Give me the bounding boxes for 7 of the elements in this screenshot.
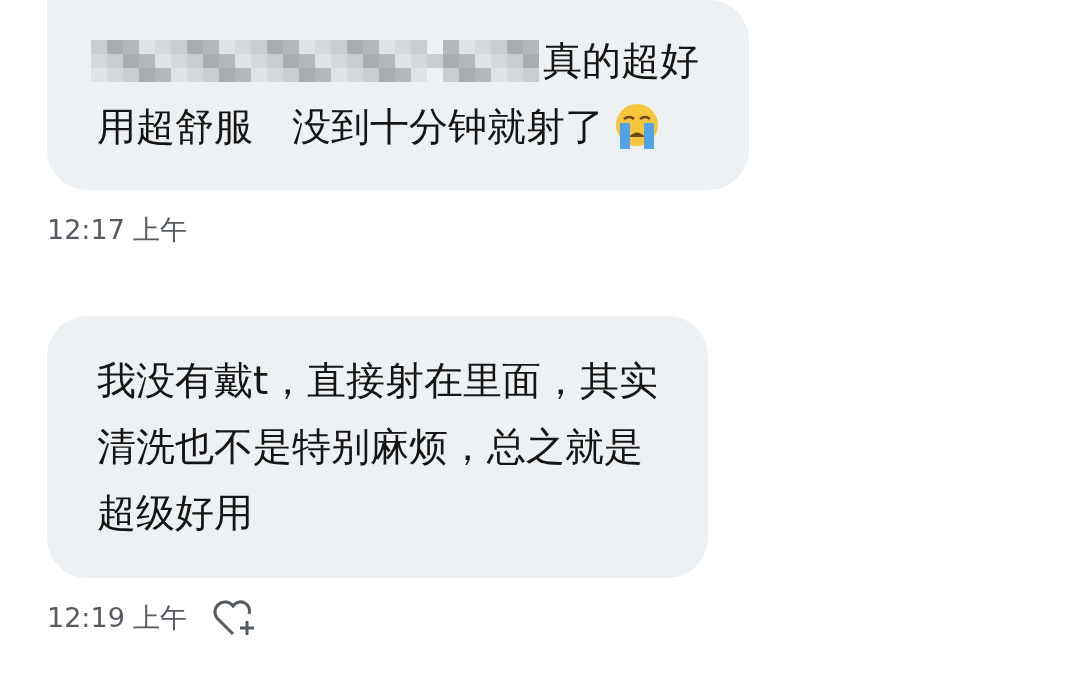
message-text: 我没有戴t，直接射在里面，其实	[97, 357, 659, 405]
message-text: 真的超好	[543, 37, 699, 85]
message-text: 清洗也不是特别麻烦，总之就是	[97, 423, 643, 471]
message-text: 用超舒服 没到十分钟就射了	[97, 103, 604, 151]
message-time: 12:17 上午	[47, 213, 188, 247]
message-text: 超级好用	[97, 489, 253, 537]
message-time: 12:19 上午	[47, 601, 188, 635]
